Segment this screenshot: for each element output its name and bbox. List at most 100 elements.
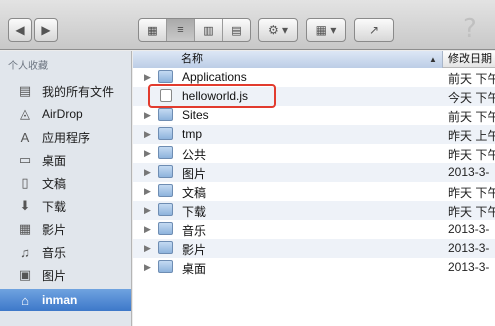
icon-view-button[interactable]: ▦: [139, 19, 167, 41]
list-item[interactable]: ▶ 公共 昨天 下午: [133, 144, 495, 163]
sidebar-item-label: 下载: [42, 199, 67, 214]
sidebar-item-8[interactable]: ▣ 图片: [0, 264, 131, 286]
sidebar: 个人收藏 ▤ 我的所有文件 ◬ AirDrop A 应用程序 ▭ 桌面 ▯ 文稿 ⬇ 下载 ▦ 影片 ♫ 音乐…: [0, 51, 132, 326]
disclosure-triangle-icon[interactable]: ▶: [144, 148, 151, 159]
sidebar-item-label: 我的所有文件: [42, 84, 115, 99]
downloads-icon: ⬇: [19, 198, 31, 213]
sidebar-item-2[interactable]: A 应用程序: [0, 126, 131, 148]
sidebar-item-3[interactable]: ▭ 桌面: [0, 149, 131, 171]
sidebar-item-label: 桌面: [42, 153, 67, 168]
folder-icon: [158, 241, 173, 254]
action-button[interactable]: ⚙ ▾: [258, 18, 298, 42]
item-name: 音乐: [182, 224, 207, 238]
sidebar-item-label: inman: [42, 293, 78, 307]
item-date: 昨天 下午: [448, 205, 495, 219]
back-button[interactable]: ◀: [8, 18, 32, 42]
gear-icon: ⚙ ▾: [267, 23, 289, 37]
sidebar-item-label: 影片: [42, 222, 67, 237]
sidebar-item-5[interactable]: ⬇ 下载: [0, 195, 131, 217]
list-item[interactable]: ▶ 桌面 2013-3-: [133, 258, 495, 277]
sidebar-item-6[interactable]: ▦ 影片: [0, 218, 131, 240]
folder-icon: [158, 146, 173, 159]
applications-icon: A: [20, 129, 30, 145]
list-item[interactable]: ▶ 下载 昨天 下午: [133, 201, 495, 220]
item-date: 前天 下午: [448, 72, 495, 86]
list-view-button[interactable]: ≡: [167, 19, 195, 41]
item-date: 昨天 下午: [448, 186, 495, 200]
folder-icon: [158, 184, 173, 197]
desktop-icon: ▭: [18, 152, 32, 167]
folder-icon: [158, 222, 173, 235]
sidebar-item-1[interactable]: ◬ AirDrop: [0, 103, 131, 125]
item-name: 下载: [182, 205, 207, 219]
sidebar-item-label: 音乐: [42, 245, 67, 260]
disclosure-triangle-icon[interactable]: ▶: [144, 110, 151, 121]
airdrop-icon: ◬: [20, 106, 30, 121]
item-date: 今天 下午: [448, 91, 495, 105]
sort-arrow-icon: ▲: [429, 55, 437, 64]
arrange-icon: ▦ ▾: [315, 23, 337, 37]
item-date: 2013-3-: [448, 222, 490, 236]
home-icon: ⌂: [21, 292, 29, 308]
arrange-button[interactable]: ▦ ▾: [306, 18, 346, 42]
name-column-header[interactable]: 名称: [133, 51, 443, 68]
disclosure-triangle-icon[interactable]: ▶: [144, 205, 151, 216]
toolbar: ◀ ▶ ▦ ≡ ▥ ▤ ⚙ ▾ ▦ ▾ ↗ ?: [0, 0, 495, 50]
item-name: 图片: [182, 167, 207, 181]
list-item[interactable]: ▶ 影片 2013-3-: [133, 239, 495, 258]
item-name: Applications: [182, 70, 247, 84]
help-icon[interactable]: ?: [463, 14, 477, 44]
back-icon: ◀: [15, 23, 25, 37]
sidebar-item-4[interactable]: ▯ 文稿: [0, 172, 131, 194]
item-date: 2013-3-: [448, 165, 490, 179]
sidebar-item-0[interactable]: ▤ 我的所有文件: [0, 80, 131, 102]
item-date: 2013-3-: [448, 241, 490, 255]
all-files-icon: ▤: [18, 83, 32, 98]
folder-icon: [158, 203, 173, 216]
disclosure-triangle-icon[interactable]: ▶: [144, 186, 151, 197]
disclosure-triangle-icon[interactable]: ▶: [144, 224, 151, 235]
sidebar-item-7[interactable]: ♫ 音乐: [0, 241, 131, 263]
movies-icon: ▦: [18, 221, 32, 236]
list-header: 名称 ▲ 修改日期: [133, 51, 495, 68]
date-column-header[interactable]: 修改日期: [448, 51, 492, 68]
music-icon: ♫: [20, 244, 30, 260]
item-name: Sites: [182, 108, 209, 122]
list-item[interactable]: ▶ Sites 前天 下午: [133, 106, 495, 125]
disclosure-triangle-icon[interactable]: ▶: [144, 129, 151, 140]
share-button[interactable]: ↗: [354, 18, 394, 42]
sidebar-item-label: AirDrop: [42, 107, 83, 121]
disclosure-triangle-icon[interactable]: ▶: [144, 72, 151, 83]
disclosure-triangle-icon[interactable]: ▶: [144, 243, 151, 254]
folder-icon: [158, 260, 173, 273]
highlight-annotation: [148, 84, 276, 108]
list-item[interactable]: ▶ tmp 昨天 上午: [133, 125, 495, 144]
share-icon: ↗: [368, 23, 380, 37]
folder-icon: [158, 70, 173, 83]
item-name: 文稿: [182, 186, 207, 200]
disclosure-triangle-icon[interactable]: ▶: [144, 262, 151, 273]
sidebar-item-label: 文稿: [42, 176, 67, 191]
item-name: 影片: [182, 243, 207, 257]
folder-icon: [158, 108, 173, 121]
forward-button[interactable]: ▶: [34, 18, 58, 42]
forward-icon: ▶: [41, 23, 51, 37]
sidebar-item-label: 应用程序: [42, 130, 91, 145]
view-switcher: ▦ ≡ ▥ ▤: [138, 18, 251, 42]
item-name: 桌面: [182, 262, 207, 276]
documents-icon: ▯: [21, 175, 29, 190]
list-item[interactable]: ▶ 音乐 2013-3-: [133, 220, 495, 239]
item-date: 昨天 下午: [448, 148, 495, 162]
disclosure-triangle-icon[interactable]: ▶: [144, 167, 151, 178]
folder-icon: [158, 165, 173, 178]
pictures-icon: ▣: [18, 267, 32, 282]
column-view-button[interactable]: ▥: [195, 19, 223, 41]
item-name: 公共: [182, 148, 207, 162]
folder-icon: [158, 127, 173, 140]
coverflow-view-button[interactable]: ▤: [223, 19, 250, 41]
item-date: 2013-3-: [448, 260, 490, 274]
item-date: 前天 下午: [448, 110, 495, 124]
sidebar-item-9[interactable]: ⌂ inman: [0, 289, 131, 311]
list-item[interactable]: ▶ 图片 2013-3-: [133, 163, 495, 182]
list-item[interactable]: ▶ 文稿 昨天 下午: [133, 182, 495, 201]
